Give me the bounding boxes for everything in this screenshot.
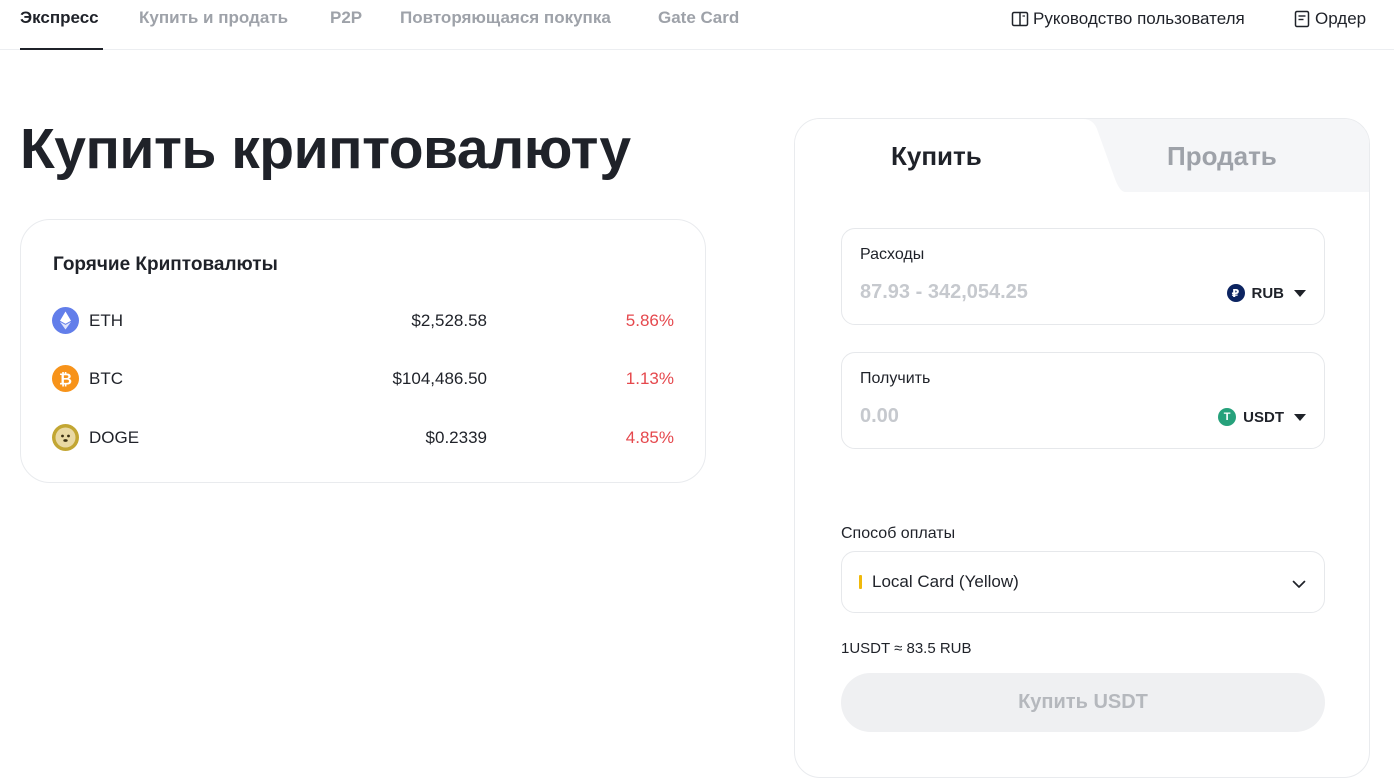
trade-panel: Купить Продать Расходы ₽ RUB Получить T … bbox=[794, 118, 1370, 778]
spend-currency-code: RUB bbox=[1251, 284, 1285, 302]
coin-row-eth[interactable]: ETH $2,528.58 5.86% bbox=[52, 307, 674, 335]
hot-crypto-card: Горячие Криптовалюты ETH $2,528.58 5.86%… bbox=[20, 219, 706, 483]
hot-crypto-title: Горячие Криптовалюты bbox=[53, 254, 278, 275]
buy-usdt-button[interactable]: Купить USDT bbox=[841, 673, 1325, 732]
caret-down-icon bbox=[1294, 413, 1306, 421]
tether-icon: T bbox=[1218, 408, 1237, 426]
tab-recurring-buy[interactable]: Повторяющаяся покупка bbox=[400, 8, 611, 50]
receive-amount-input[interactable] bbox=[860, 405, 1180, 428]
spend-currency-select[interactable]: ₽ RUB bbox=[1226, 284, 1306, 302]
coin-row-btc[interactable]: ₿ BTC $104,486.50 1.13% bbox=[52, 365, 674, 393]
tab-p2p[interactable]: P2P bbox=[330, 8, 362, 50]
orders-label: Ордер bbox=[1315, 9, 1367, 28]
coin-change: 1.13% bbox=[625, 369, 674, 388]
spend-label: Расходы bbox=[860, 246, 925, 263]
coin-price: $0.2339 bbox=[425, 428, 487, 447]
dogecoin-icon bbox=[52, 424, 79, 451]
payment-method-label: Способ оплаты bbox=[841, 525, 956, 542]
chevron-down-icon bbox=[1292, 576, 1306, 594]
bitcoin-icon: ₿ bbox=[52, 365, 79, 392]
payment-accent-bar bbox=[859, 575, 862, 589]
user-guide-link[interactable]: Руководство пользователя bbox=[1011, 8, 1245, 30]
payment-method-value: Local Card (Yellow) bbox=[872, 572, 1019, 591]
coin-change: 4.85% bbox=[625, 428, 674, 447]
book-icon bbox=[1011, 10, 1029, 28]
ruble-icon: ₽ bbox=[1226, 284, 1245, 302]
coin-symbol: ETH bbox=[89, 311, 123, 330]
tab-gate-card[interactable]: Gate Card bbox=[658, 8, 739, 50]
svg-text:₿: ₿ bbox=[59, 369, 72, 388]
receive-currency-code: USDT bbox=[1243, 408, 1284, 426]
orders-link[interactable]: Ордер bbox=[1293, 8, 1366, 30]
spend-amount-input[interactable] bbox=[860, 281, 1180, 304]
ethereum-icon bbox=[52, 307, 79, 334]
tab-buy[interactable]: Купить bbox=[891, 141, 982, 172]
tab-sell[interactable]: Продать bbox=[1167, 141, 1277, 172]
tab-buy-and-sell[interactable]: Купить и продать bbox=[139, 8, 288, 50]
document-icon bbox=[1293, 10, 1311, 28]
receive-label: Получить bbox=[860, 370, 931, 387]
receive-field: Получить T USDT bbox=[841, 352, 1325, 449]
exchange-rate: 1USDT ≈ 83.5 RUB bbox=[841, 640, 972, 657]
user-guide-label: Руководство пользователя bbox=[1033, 9, 1245, 28]
coin-price: $2,528.58 bbox=[411, 311, 487, 330]
coin-price: $104,486.50 bbox=[392, 369, 487, 388]
receive-currency-select[interactable]: T USDT bbox=[1218, 408, 1306, 426]
tab-express[interactable]: Экспресс bbox=[20, 8, 103, 50]
page-title: Купить криптовалюту bbox=[20, 117, 631, 181]
coin-row-doge[interactable]: DOGE $0.2339 4.85% bbox=[52, 424, 674, 452]
caret-down-icon bbox=[1294, 289, 1306, 297]
payment-method-select[interactable]: Local Card (Yellow) bbox=[841, 551, 1325, 613]
coin-symbol: DOGE bbox=[89, 428, 140, 447]
coin-change: 5.86% bbox=[625, 311, 674, 330]
spend-field: Расходы ₽ RUB bbox=[841, 228, 1325, 325]
top-navigation: Экспресс Купить и продать P2P Повторяюща… bbox=[0, 0, 1394, 50]
coin-symbol: BTC bbox=[89, 369, 123, 388]
